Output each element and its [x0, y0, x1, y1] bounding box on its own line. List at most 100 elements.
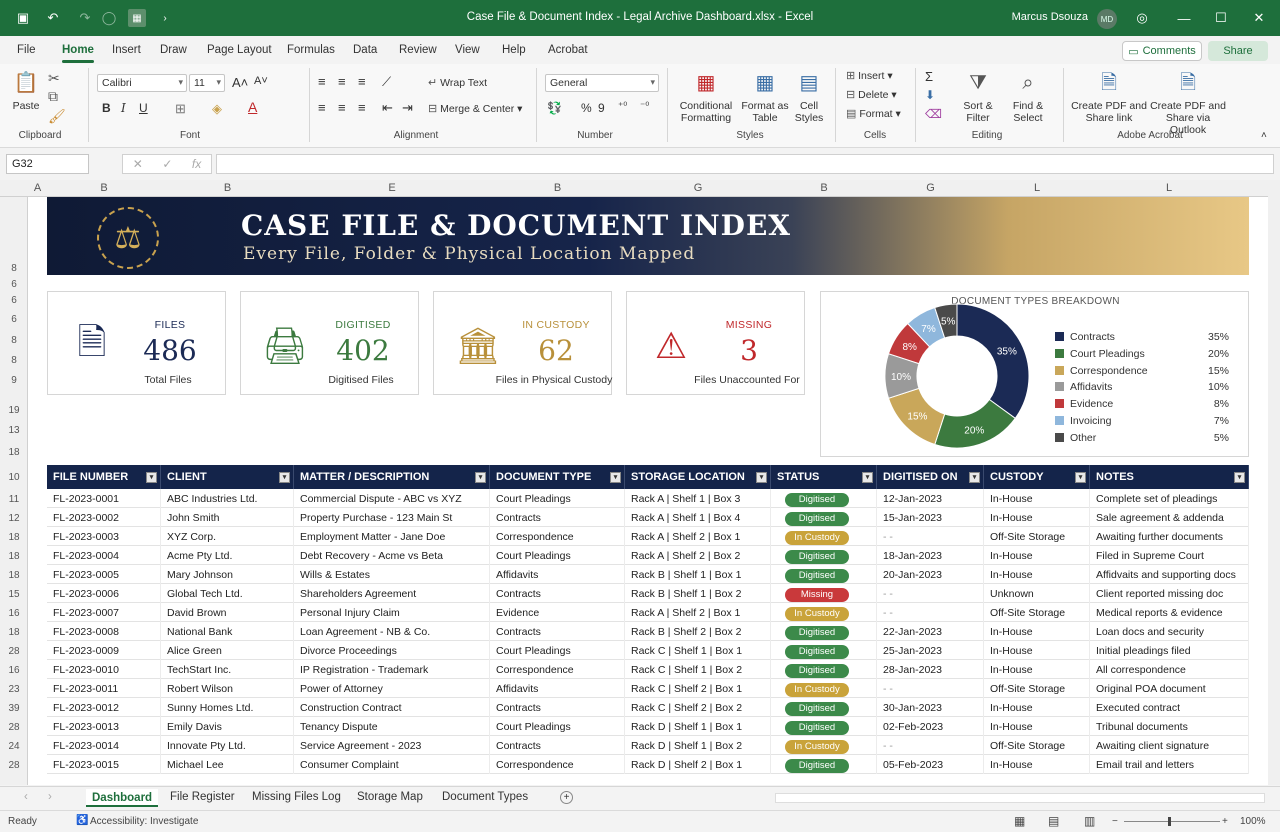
table-cell[interactable]: In Custody: [771, 527, 877, 546]
table-cell[interactable]: Off-Site Storage: [984, 527, 1090, 546]
format-cells-button[interactable]: ▤ Format ▾: [846, 107, 901, 121]
row-header[interactable]: 23: [0, 684, 28, 695]
filter-dropdown-icon[interactable]: ▾: [862, 472, 873, 483]
table-cell[interactable]: FL-2023-0008: [47, 622, 161, 641]
align-middle-icon[interactable]: ≡: [338, 74, 346, 89]
table-cell[interactable]: Mary Johnson: [161, 565, 294, 584]
page-break-view-icon[interactable]: ▥: [1084, 814, 1095, 828]
table-cell[interactable]: Rack A | Shelf 2 | Box 1: [625, 603, 771, 622]
format-painter-icon[interactable]: 🖌: [48, 108, 66, 125]
avatar[interactable]: MD: [1097, 9, 1117, 29]
zoom-level[interactable]: 100%: [1240, 816, 1266, 827]
borders-icon[interactable]: ⊞: [175, 101, 186, 117]
table-cell[interactable]: Court Pleadings: [490, 717, 625, 736]
table-cell[interactable]: Rack D | Shelf 1 | Box 1: [625, 717, 771, 736]
table-cell[interactable]: FL-2023-0003: [47, 527, 161, 546]
table-cell[interactable]: In-House: [984, 489, 1090, 508]
table-cell[interactable]: 15-Jan-2023: [877, 508, 984, 527]
currency-icon[interactable]: 💱: [547, 101, 562, 115]
row-header[interactable]: 18: [0, 447, 28, 458]
table-cell[interactable]: Missing: [771, 584, 877, 603]
table-cell[interactable]: Digitised: [771, 546, 877, 565]
table-cell[interactable]: Divorce Proceedings: [294, 641, 490, 660]
table-cell[interactable]: FL-2023-0001: [47, 489, 161, 508]
create-pdf-outlook-button[interactable]: 🗎 Create PDF and Share via Outlook: [1148, 70, 1228, 136]
row-header[interactable]: 8: [0, 335, 28, 346]
table-cell[interactable]: Debt Recovery - Acme vs Beta: [294, 546, 490, 565]
enter-icon[interactable]: ✓: [162, 157, 172, 171]
table-cell[interactable]: - -: [877, 679, 984, 698]
table-cell[interactable]: Rack A | Shelf 2 | Box 1: [625, 527, 771, 546]
next-sheet-icon[interactable]: ›: [48, 791, 52, 803]
table-row[interactable]: FL-2023-0011 Robert Wilson Power of Attorn…: [47, 679, 1249, 698]
table-cell[interactable]: XYZ Corp.: [161, 527, 294, 546]
table-cell[interactable]: ABC Industries Ltd.: [161, 489, 294, 508]
column-header[interactable]: E: [294, 182, 490, 194]
table-cell[interactable]: Digitised: [771, 660, 877, 679]
table-cell[interactable]: Power of Attorney: [294, 679, 490, 698]
table-row[interactable]: FL-2023-0004 Acme Pty Ltd. Debt Recovery -…: [47, 546, 1249, 565]
tab-formulas[interactable]: Formulas: [287, 44, 335, 56]
column-header-storage-location[interactable]: STORAGE LOCATION ▾: [625, 465, 771, 489]
filter-dropdown-icon[interactable]: ▾: [756, 472, 767, 483]
table-cell[interactable]: FL-2023-0010: [47, 660, 161, 679]
row-header[interactable]: 28: [0, 760, 28, 771]
decrease-decimal-icon[interactable]: ⁻⁰: [640, 101, 649, 112]
table-cell[interactable]: Digitised: [771, 717, 877, 736]
tab-help[interactable]: Help: [502, 44, 526, 56]
table-cell[interactable]: Correspondence: [490, 660, 625, 679]
cancel-icon[interactable]: ✕: [133, 157, 143, 171]
table-cell[interactable]: Affidvaits and supporting docs: [1090, 565, 1249, 584]
table-cell[interactable]: Tribunal documents: [1090, 717, 1249, 736]
redo-icon[interactable]: ↷: [76, 9, 94, 27]
table-cell[interactable]: Awaiting further documents: [1090, 527, 1249, 546]
table-cell[interactable]: Rack A | Shelf 1 | Box 3: [625, 489, 771, 508]
tab-draw[interactable]: Draw: [160, 44, 187, 56]
tab-acrobat[interactable]: Acrobat: [548, 44, 588, 56]
table-cell[interactable]: David Brown: [161, 603, 294, 622]
align-bottom-icon[interactable]: ≡: [358, 74, 366, 89]
name-box[interactable]: G32: [6, 154, 89, 174]
table-cell[interactable]: Global Tech Ltd.: [161, 584, 294, 603]
table-cell[interactable]: FL-2023-0015: [47, 755, 161, 774]
font-size-select[interactable]: 11: [189, 74, 225, 92]
table-cell[interactable]: Original POA document: [1090, 679, 1249, 698]
table-cell[interactable]: 22-Jan-2023: [877, 622, 984, 641]
number-format-select[interactable]: General: [545, 74, 659, 92]
table-cell[interactable]: Rack C | Shelf 1 | Box 2: [625, 660, 771, 679]
table-cell[interactable]: Personal Injury Claim: [294, 603, 490, 622]
table-cell[interactable]: Court Pleadings: [490, 489, 625, 508]
tab-page-layout[interactable]: Page Layout: [207, 44, 272, 56]
row-header[interactable]: 19: [0, 405, 28, 416]
undo-icon[interactable]: ↶: [44, 9, 62, 27]
table-cell[interactable]: Filed in Supreme Court: [1090, 546, 1249, 565]
formula-input[interactable]: [216, 154, 1274, 174]
column-header[interactable]: B: [47, 182, 161, 194]
table-cell[interactable]: FL-2023-0011: [47, 679, 161, 698]
comments-button[interactable]: ▭ Comments: [1122, 41, 1202, 61]
table-row[interactable]: FL-2023-0001 ABC Industries Ltd. Commercia…: [47, 489, 1249, 508]
row-header[interactable]: 18: [0, 627, 28, 638]
table-cell[interactable]: 28-Jan-2023: [877, 660, 984, 679]
row-header[interactable]: 13: [0, 425, 28, 436]
filter-dropdown-icon[interactable]: ▾: [969, 472, 980, 483]
sheet-tab-document-types[interactable]: Document Types: [442, 791, 528, 803]
normal-view-icon[interactable]: ▦: [1014, 814, 1025, 828]
cell-styles-button[interactable]: ▤ Cell Styles: [790, 70, 828, 124]
table-cell[interactable]: FL-2023-0007: [47, 603, 161, 622]
table-cell[interactable]: - -: [877, 584, 984, 603]
fill-color-icon[interactable]: ◈: [212, 101, 222, 117]
table-cell[interactable]: Employment Matter - Jane Doe: [294, 527, 490, 546]
table-cell[interactable]: In Custody: [771, 736, 877, 755]
table-cell[interactable]: Rack B | Shelf 2 | Box 2: [625, 622, 771, 641]
font-color-icon[interactable]: A: [248, 99, 257, 115]
table-cell[interactable]: In-House: [984, 717, 1090, 736]
format-as-table-button[interactable]: ▦ Format as Table: [740, 70, 790, 124]
row-header[interactable]: 12: [0, 513, 28, 524]
autosum-icon[interactable]: Σ: [925, 69, 933, 84]
table-cell[interactable]: TechStart Inc.: [161, 660, 294, 679]
table-cell[interactable]: Awaiting client signature: [1090, 736, 1249, 755]
table-cell[interactable]: FL-2023-0005: [47, 565, 161, 584]
table-cell[interactable]: In-House: [984, 660, 1090, 679]
table-cell[interactable]: In-House: [984, 546, 1090, 565]
